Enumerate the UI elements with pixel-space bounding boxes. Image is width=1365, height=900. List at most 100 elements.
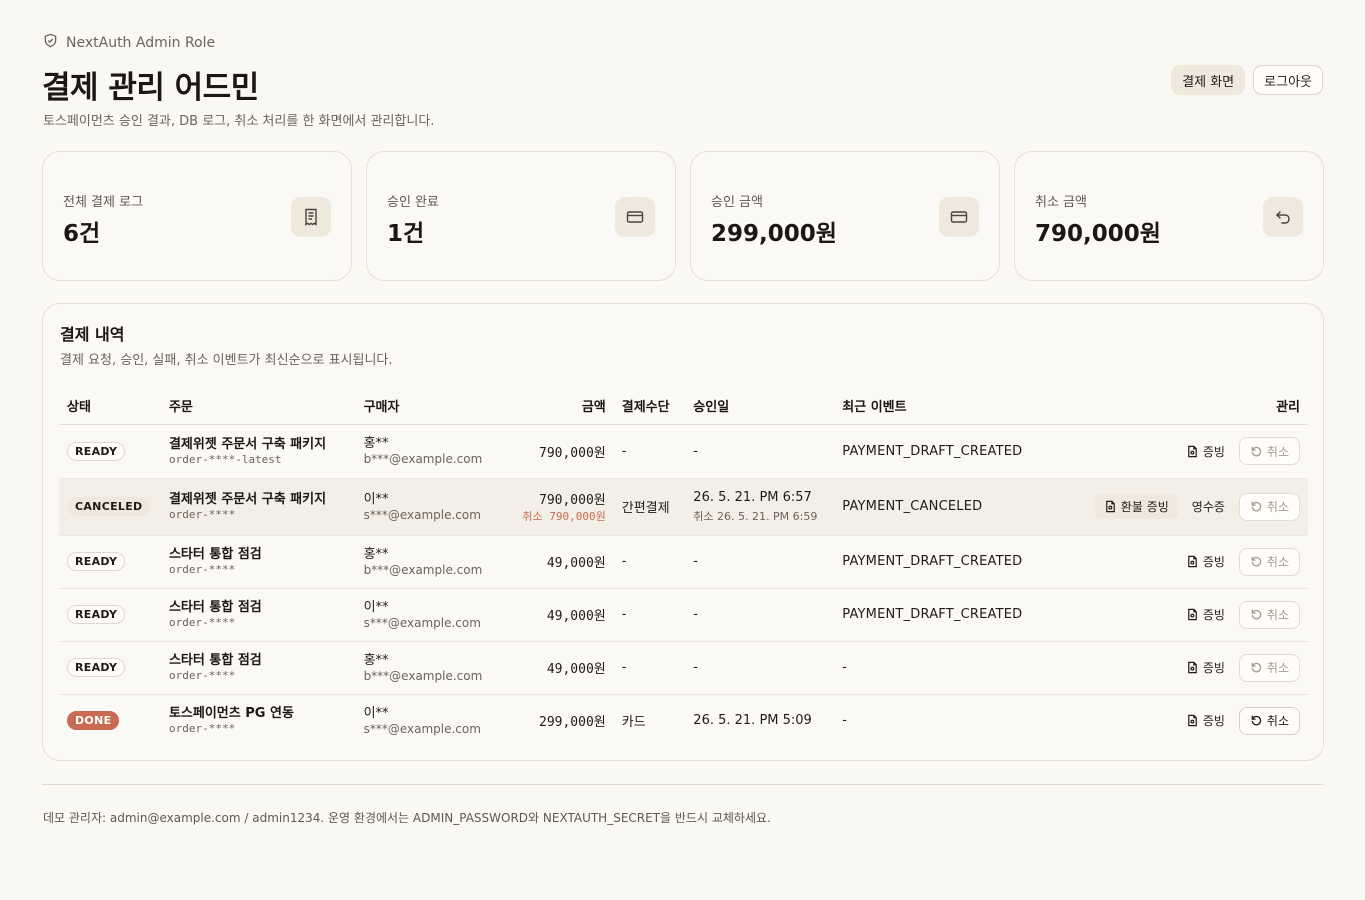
order-id: order-****-latest [168,452,282,466]
payment-method: 간편결제 [613,478,686,536]
credit-card-icon [939,197,979,237]
row-actions: 증빙 취소 [1042,653,1300,682]
latest-event: PAYMENT_DRAFT_CREATED [834,424,1035,479]
payment-method: - [613,588,686,642]
undo-icon [1263,197,1303,237]
proof-button[interactable]: 증빙 [1180,602,1231,627]
buyer-name: 이** [363,599,389,615]
status-badge: READY [67,658,126,677]
approved-at: - [693,607,698,622]
document-icon [1187,445,1197,457]
cancel-button[interactable]: 취소 [1238,437,1300,465]
table-header-row: 상태 주문 구매자 금액 결제수단 승인일 최근 이벤트 관리 [59,388,1308,425]
page-subtitle: 토스페이먼츠 승인 결과, DB 로그, 취소 처리를 한 화면에서 관리합니다… [43,114,435,129]
buyer-email: s***@example.com [363,721,481,736]
header-actions: 결제 화면 로그아웃 [1171,65,1323,95]
proof-label: 증빙 [1202,714,1225,729]
admin-page: NextAuth Admin Role 결제 관리 어드민 토스페이먼츠 승인 … [0,0,1365,900]
latest-event: - [842,713,848,729]
panel-title: 결제 내역 [60,325,125,344]
row-actions: 증빙 취소 [1042,547,1300,576]
cancel-button[interactable]: 취소 [1238,653,1300,682]
canceled-amount: 취소 790,000원 [522,510,606,523]
stat-label: 승인 금액 [711,195,763,210]
row-actions: 증빙 취소 [1042,600,1300,629]
proof-button[interactable]: 증빙 [1180,655,1231,680]
amount: 49,000원 [546,556,606,571]
approved-at: - [693,554,698,569]
rotate-ccw-icon [1251,446,1262,456]
proof-button[interactable]: 증빙 [1180,439,1231,464]
document-icon [1187,715,1197,727]
rotate-ccw-icon [1251,556,1262,567]
logout-button[interactable]: 로그아웃 [1253,65,1323,95]
eyebrow-label: NextAuth Admin Role [66,34,216,51]
row-actions: 증빙 취소 [1042,437,1300,465]
proof-label: 증빙 [1202,555,1225,569]
rotate-ccw-icon [1251,609,1262,620]
column-header-approved-at: 승인일 [685,388,835,425]
status-badge: READY [67,552,126,571]
document-icon [1105,500,1115,513]
status-badge: DONE [67,711,120,731]
row-actions: 환불 증빙 영수증 취소 [1042,492,1300,521]
status-badge: READY [67,441,126,461]
buyer-name: 홍** [363,436,389,451]
rotate-ccw-icon [1251,501,1262,512]
eyebrow: NextAuth Admin Role [43,33,215,52]
order-id: order-**** [168,669,236,682]
cancel-button[interactable]: 취소 [1238,600,1300,629]
receipt-link[interactable]: 영수증 [1186,494,1231,519]
buyer-email: b***@example.com [363,452,483,466]
buyer-name: 이** [363,491,389,507]
cancel-label: 취소 [1266,444,1289,459]
column-header-status: 상태 [59,388,161,425]
amount: 299,000원 [539,715,606,731]
amount: 790,000원 [539,493,606,508]
cancel-label: 취소 [1266,661,1289,675]
status-badge: READY [67,605,126,624]
order-name: 스타터 통합 점검 [168,547,262,562]
latest-event: - [834,641,1035,695]
buyer-email: s***@example.com [363,507,481,522]
cancel-label: 취소 [1266,500,1289,514]
order-name: 결제위젯 주문서 구축 패키지 [168,436,327,452]
payments-table: 상태 주문 구매자 금액 결제수단 승인일 최근 이벤트 관리 READY 결제… [59,388,1308,747]
table-row: DONE 토스페이먼츠 PG 연동 order-**** 이** s***@exam… [59,694,1308,747]
payment-method: - [613,535,686,589]
cancel-button[interactable]: 취소 [1238,706,1300,735]
credit-card-icon [615,197,655,237]
rotate-ccw-icon [1251,715,1262,726]
refund-proof-label: 환불 증빙 [1120,500,1169,514]
order-name: 결제위젯 주문서 구축 패키지 [168,492,327,507]
payment-method: - [613,424,686,479]
shield-check-icon [43,33,58,52]
proof-label: 증빙 [1202,661,1225,675]
payment-method: - [613,641,686,695]
column-header-buyer: 구매자 [355,388,491,425]
payment-screen-button[interactable]: 결제 화면 [1171,65,1246,95]
stat-label: 취소 금액 [1035,195,1087,210]
canceled-at: 취소 26. 5. 21. PM 6:59 [693,509,818,523]
table-row: CANCELED 결제위젯 주문서 구축 패키지 order-**** 이** s*… [59,478,1308,536]
proof-button[interactable]: 증빙 [1180,549,1231,574]
stat-value: 6건 [63,221,101,247]
payment-history-panel: 결제 내역 결제 요청, 승인, 실패, 취소 이벤트가 최신순으로 표시됩니다… [42,303,1324,761]
footer-divider [42,784,1324,785]
order-id: order-**** [168,563,236,576]
order-name: 스타터 통합 점검 [168,600,262,615]
amount: 790,000원 [539,445,606,461]
approved-at: 26. 5. 21. PM 6:57 [693,489,812,505]
table-row: READY 결제위젯 주문서 구축 패키지 order-****-latest 홍… [59,424,1308,479]
footer-note: 데모 관리자: admin@example.com / admin1234. 운… [43,811,771,825]
cancel-button[interactable]: 취소 [1238,547,1300,576]
cancel-button[interactable]: 취소 [1238,492,1300,521]
proof-label: 증빙 [1202,444,1225,459]
proof-button[interactable]: 증빙 [1180,708,1231,733]
row-actions: 증빙 취소 [1042,706,1300,735]
proof-label: 증빙 [1202,608,1225,622]
order-name: 토스페이먼츠 PG 연동 [168,706,294,722]
refund-proof-button[interactable]: 환불 증빙 [1094,494,1178,519]
column-header-manage: 관리 [1034,388,1308,425]
page-title: 결제 관리 어드민 [42,70,259,106]
